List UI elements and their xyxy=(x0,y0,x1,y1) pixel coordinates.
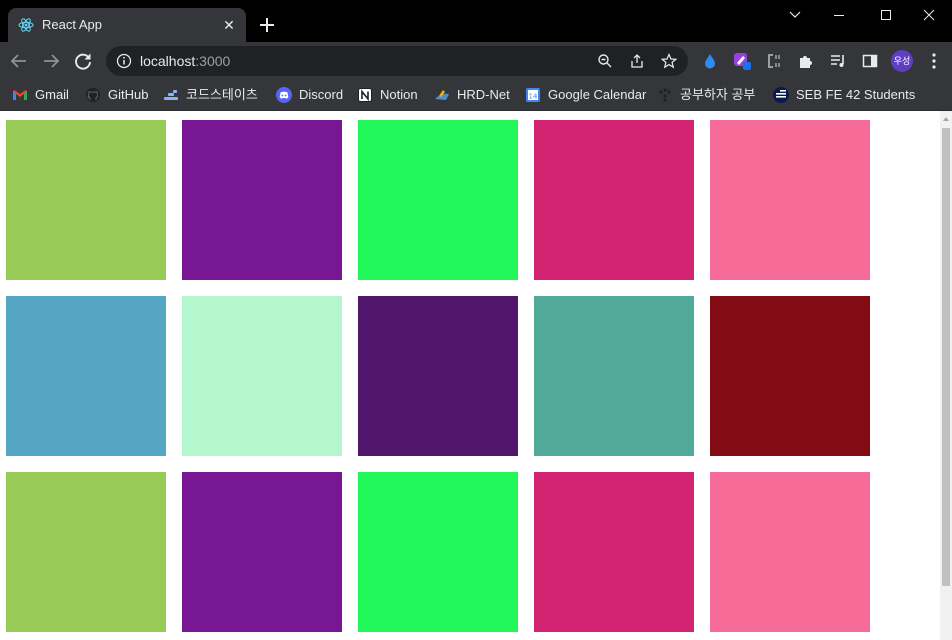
bookmark-gmail[interactable]: Gmail xyxy=(12,84,69,106)
star-icon[interactable] xyxy=(661,53,677,69)
share-icon[interactable] xyxy=(629,53,645,69)
bookmarks-bar: Gmail GitHub 코드스테이츠 Discord Notion HRD-N… xyxy=(0,80,952,111)
info-icon[interactable] xyxy=(116,53,132,69)
bookmark-label: SEB FE 42 Students xyxy=(796,87,916,102)
color-tile xyxy=(6,472,166,632)
chevron-down-icon[interactable] xyxy=(772,0,818,32)
reload-icon[interactable] xyxy=(72,50,94,72)
minimize-icon[interactable] xyxy=(816,0,862,32)
bookmark-study[interactable]: 공부하자 공부 xyxy=(657,84,755,106)
color-tile xyxy=(358,472,518,632)
color-tile xyxy=(358,120,518,280)
bookmark-label: Gmail xyxy=(35,87,69,102)
bookmark-notion[interactable]: Notion xyxy=(357,84,418,106)
scroll-up-arrow-icon[interactable] xyxy=(940,111,952,128)
side-panel-icon[interactable] xyxy=(861,52,879,70)
color-tile xyxy=(710,120,870,280)
color-tile xyxy=(534,120,694,280)
scrollbar[interactable] xyxy=(940,111,952,640)
seb-icon xyxy=(773,87,789,103)
color-tile xyxy=(6,120,166,280)
address-bar[interactable]: localhost:3000 xyxy=(106,46,688,76)
page-content xyxy=(0,111,940,640)
new-tab-icon[interactable] xyxy=(256,14,278,36)
url-host: localhost xyxy=(140,53,196,69)
color-tile xyxy=(182,120,342,280)
color-tile xyxy=(182,472,342,632)
extensions-puzzle-icon[interactable] xyxy=(797,52,815,70)
codestates-icon xyxy=(164,90,178,100)
back-arrow-icon[interactable] xyxy=(8,50,30,72)
tab-title: React App xyxy=(42,17,102,32)
bookmark-label: GitHub xyxy=(108,87,149,102)
bookmark-label: 공부하자 공부 xyxy=(680,87,756,102)
scrollbar-thumb[interactable] xyxy=(942,128,950,586)
bookmark-codestates[interactable]: 코드스테이츠 xyxy=(163,84,258,106)
bookmark-label: Notion xyxy=(380,87,418,102)
color-tile xyxy=(534,472,694,632)
browser-toolbar: localhost:3000 우성 xyxy=(0,42,952,80)
notion-icon xyxy=(358,88,372,102)
tab-react-app[interactable]: React App ✕ xyxy=(8,8,246,42)
code-extension-icon[interactable] xyxy=(765,52,783,70)
reading-list-icon[interactable] xyxy=(829,52,847,70)
react-logo-icon xyxy=(18,18,34,32)
dots-icon xyxy=(659,88,671,102)
color-tile xyxy=(6,296,166,456)
bookmark-google-calendar[interactable]: 14 Google Calendar xyxy=(525,84,646,106)
gmail-icon xyxy=(13,90,27,100)
github-icon xyxy=(86,88,100,102)
calendar-icon: 14 xyxy=(526,88,540,102)
maximize-icon[interactable] xyxy=(863,0,909,32)
color-tile xyxy=(534,296,694,456)
color-tile xyxy=(710,296,870,456)
title-bar: React App ✕ xyxy=(0,0,952,42)
forward-arrow-icon[interactable] xyxy=(40,50,62,72)
bookmark-seb-fe-42[interactable]: SEB FE 42 Students xyxy=(773,84,915,106)
bookmark-label: Google Calendar xyxy=(548,87,647,102)
tab-close-icon[interactable]: ✕ xyxy=(220,16,238,34)
discord-icon xyxy=(276,87,292,103)
bookmark-label: HRD-Net xyxy=(457,87,510,102)
bookmark-label: Discord xyxy=(299,87,344,102)
zoom-icon[interactable] xyxy=(597,53,613,69)
profile-avatar[interactable]: 우성 xyxy=(891,50,913,72)
raindrop-extension-icon[interactable] xyxy=(701,52,719,70)
color-tile xyxy=(182,296,342,456)
hrdnet-icon xyxy=(435,90,449,100)
more-menu-icon[interactable] xyxy=(926,52,942,70)
svg-text:14: 14 xyxy=(529,93,538,101)
bookmark-hrd-net[interactable]: HRD-Net xyxy=(434,84,510,106)
bookmark-github[interactable]: GitHub xyxy=(85,84,148,106)
pen-extension-icon[interactable] xyxy=(733,52,751,70)
url-port: :3000 xyxy=(195,53,231,69)
bookmark-discord[interactable]: Discord xyxy=(276,84,343,106)
color-tile xyxy=(710,472,870,632)
url-text: localhost:3000 xyxy=(140,53,230,69)
close-icon[interactable] xyxy=(906,0,952,32)
bookmark-label: 코드스테이츠 xyxy=(186,87,258,102)
color-tile xyxy=(358,296,518,456)
